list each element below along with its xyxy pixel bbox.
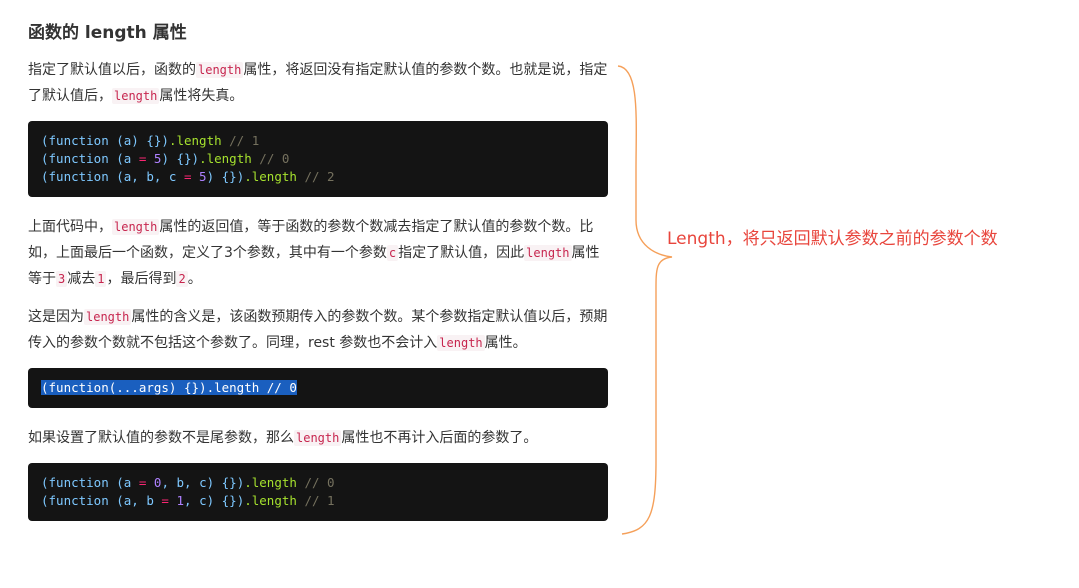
annotation-note: Length，将只返回默认参数之前的参数个数 <box>667 229 998 249</box>
code-block-3[interactable]: (function (a = 0, b, c) {}).length // 0 (… <box>28 463 608 521</box>
inline-code: length <box>437 335 485 351</box>
paragraph-2: 上面代码中， length 属性的返回值，等于函数的参数个数减去指定了默认值的参数个… <box>28 219 600 287</box>
selected-code-text[interactable]: (function(...args) {}).length // 0 <box>41 380 297 395</box>
inline-code: length <box>196 62 244 78</box>
inline-code: c <box>386 245 399 261</box>
inline-code: 2 <box>176 271 188 287</box>
paragraph-1: 指定了默认值以后，函数的 length 属性，将返回没有指定默认值的参数个数。也就是… <box>28 62 608 104</box>
inline-code: length <box>294 430 342 446</box>
inline-code: length <box>84 309 132 325</box>
section-heading: 函数的 length 属性 <box>28 23 187 43</box>
code-block-1[interactable]: (function (a) {}).length // 1 (function (… <box>28 121 608 197</box>
code-line: (function (a, b, c = 5) {}).length // 2 <box>41 169 335 184</box>
curly-brace-annotation <box>617 65 673 535</box>
code-line: (function (a, b = 1, c) {}).length // 1 <box>41 493 335 508</box>
inline-code: 1 <box>95 271 107 287</box>
code-line: (function (a = 0, b, c) {}).length // 0 <box>41 475 335 490</box>
inline-code: length <box>524 245 572 261</box>
inline-code: length <box>112 219 160 235</box>
paragraph-4: 如果设置了默认值的参数不是尾参数，那么 length 属性也不再计入后面的参数了。 <box>28 430 538 446</box>
code-block-2[interactable]: (function(...args) {}).length // 0 <box>28 368 608 408</box>
inline-code: length <box>112 88 160 104</box>
article: 函数的 length 属性 指定了默认值以后，函数的 length 属性，将返回没有… <box>28 18 608 538</box>
code-line: (function (a) {}).length // 1 <box>41 133 260 148</box>
code-line: (function (a = 5) {}).length // 0 <box>41 151 290 166</box>
paragraph-3: 这是因为 length 属性的含义是，该函数预期传入的参数个数。某个参数指定默认值以… <box>28 309 608 351</box>
inline-code: 3 <box>56 271 68 287</box>
